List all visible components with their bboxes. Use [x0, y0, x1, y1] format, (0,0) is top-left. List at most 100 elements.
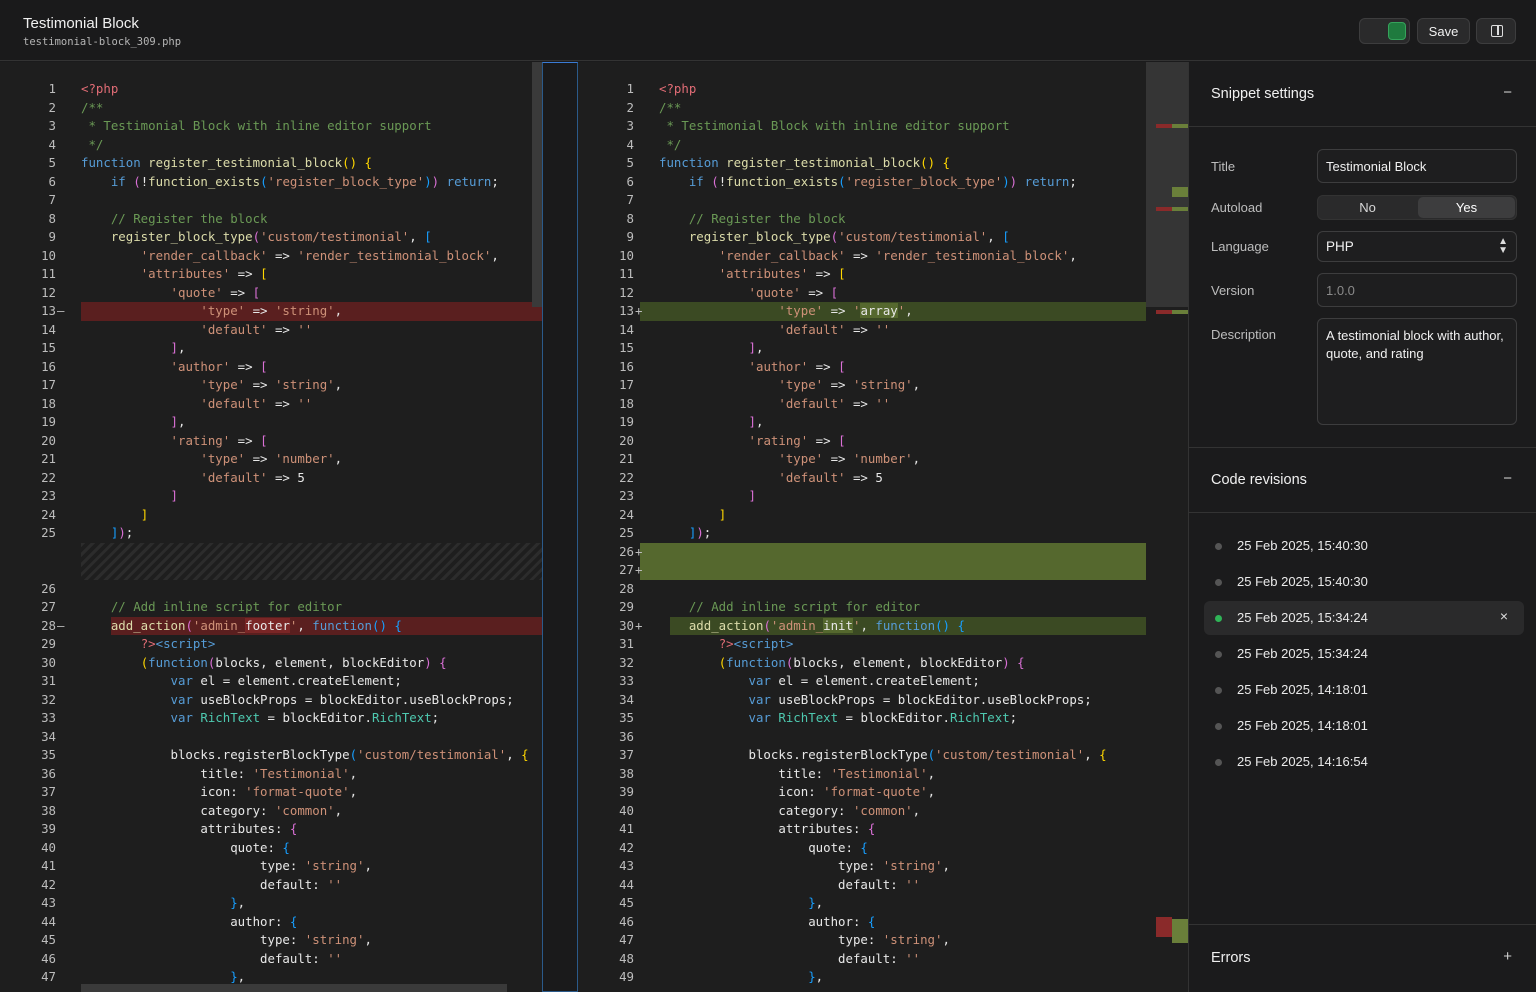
code-line[interactable]: 31 ?><script>: [578, 635, 1156, 654]
close-icon[interactable]: ×: [1500, 608, 1508, 624]
code-line[interactable]: 25 ]);: [578, 524, 1156, 543]
revision-item[interactable]: 25 Feb 2025, 15:40:30: [1204, 529, 1524, 563]
code-line[interactable]: 18 'default' => '': [578, 395, 1156, 414]
code-line[interactable]: 33 var el = element.createElement;: [578, 672, 1156, 691]
code-line[interactable]: 24 ]: [0, 506, 542, 525]
code-line[interactable]: 44 author: {: [0, 913, 542, 932]
overview-scroll-thumb[interactable]: [1146, 62, 1188, 307]
errors-header[interactable]: Errors +: [1189, 924, 1536, 992]
code-line[interactable]: 21 'type' => 'number',: [578, 450, 1156, 469]
code-line[interactable]: 17 'type' => 'string',: [0, 376, 542, 395]
code-line[interactable]: 4 */: [578, 136, 1156, 155]
code-line[interactable]: 23 ]: [578, 487, 1156, 506]
code-line[interactable]: 34 var useBlockProps = blockEditor.useBl…: [578, 691, 1156, 710]
code-line[interactable]: 12 'quote' => [: [0, 284, 542, 303]
code-line[interactable]: 28— add_action('admin_footer', function(…: [0, 616, 542, 635]
code-line[interactable]: 15 ],: [0, 339, 542, 358]
snippet-settings-header[interactable]: Snippet settings −: [1189, 62, 1536, 127]
expand-icon[interactable]: +: [1503, 948, 1512, 965]
code-line[interactable]: 22 'default' => 5: [0, 469, 542, 488]
code-line[interactable]: 41 type: 'string',: [0, 857, 542, 876]
code-line[interactable]: 20 'rating' => [: [0, 432, 542, 451]
code-line[interactable]: 35 var RichText = blockEditor.RichText;: [578, 709, 1156, 728]
code-line[interactable]: 19 ],: [0, 413, 542, 432]
editor-original[interactable]: 1 <?php 2 /** 3 * Testimonial Block with inl…: [0, 62, 542, 992]
code-line[interactable]: 8 // Register the block: [578, 210, 1156, 229]
version-input[interactable]: [1317, 273, 1517, 307]
revision-item[interactable]: 25 Feb 2025, 14:18:01: [1204, 673, 1524, 707]
code-line[interactable]: 13 + 'type' => 'array',: [578, 302, 1156, 321]
code-line[interactable]: 19 ],: [578, 413, 1156, 432]
code-line[interactable]: 4 */: [0, 136, 542, 155]
code-line[interactable]: 45 },: [578, 894, 1156, 913]
code-line[interactable]: 22 'default' => 5: [578, 469, 1156, 488]
vertical-scrollbar[interactable]: [532, 62, 542, 307]
description-textarea[interactable]: [1317, 318, 1517, 425]
code-revisions-header[interactable]: Code revisions −: [1189, 447, 1536, 513]
code-line[interactable]: 36: [578, 728, 1156, 747]
language-select[interactable]: PHP ▲ ▼: [1317, 231, 1517, 262]
code-line[interactable]: 7: [578, 191, 1156, 210]
revision-item[interactable]: 25 Feb 2025, 14:16:54: [1204, 745, 1524, 779]
save-button[interactable]: Save: [1417, 18, 1470, 44]
code-line[interactable]: 37 icon: 'format-quote',: [0, 783, 542, 802]
collapse-icon[interactable]: −: [1503, 470, 1512, 487]
code-line[interactable]: 21 'type' => 'number',: [0, 450, 542, 469]
code-line[interactable]: 29 ?><script>: [0, 635, 542, 654]
code-line[interactable]: 34: [0, 728, 542, 747]
code-line[interactable]: 37 blocks.registerBlockType('custom/test…: [578, 746, 1156, 765]
code-line[interactable]: 33 var RichText = blockEditor.RichText;: [0, 709, 542, 728]
title-input[interactable]: [1317, 149, 1517, 183]
code-line[interactable]: 42 default: '': [0, 876, 542, 895]
code-line[interactable]: 40 quote: {: [0, 839, 542, 858]
collapse-icon[interactable]: −: [1503, 84, 1512, 101]
code-line[interactable]: 12 'quote' => [: [578, 284, 1156, 303]
code-line[interactable]: 6 if (!function_exists('register_block_t…: [578, 173, 1156, 192]
revision-item[interactable]: 25 Feb 2025, 15:40:30: [1204, 565, 1524, 599]
code-line[interactable]: 24 ]: [578, 506, 1156, 525]
revision-item[interactable]: 25 Feb 2025, 14:18:01: [1204, 709, 1524, 743]
code-line[interactable]: 18 'default' => '': [0, 395, 542, 414]
code-line[interactable]: 27 // Add inline script for editor: [0, 598, 542, 617]
code-line[interactable]: 10 'render_callback' => 'render_testimon…: [578, 247, 1156, 266]
code-line[interactable]: 5 function register_testimonial_block() {: [0, 154, 542, 173]
code-line[interactable]: 26: [0, 580, 542, 599]
code-line[interactable]: 42 quote: {: [578, 839, 1156, 858]
code-line[interactable]: 20 'rating' => [: [578, 432, 1156, 451]
code-line[interactable]: 43 },: [0, 894, 542, 913]
code-line[interactable]: 6 if (!function_exists('register_block_t…: [0, 173, 542, 192]
code-line[interactable]: 3 * Testimonial Block with inline editor…: [578, 117, 1156, 136]
code-line[interactable]: 16 'author' => [: [0, 358, 542, 377]
code-line[interactable]: 3 * Testimonial Block with inline editor…: [0, 117, 542, 136]
code-line[interactable]: 45 type: 'string',: [0, 931, 542, 950]
code-line[interactable]: 29 // Add inline script for editor: [578, 598, 1156, 617]
code-line[interactable]: 46 author: {: [578, 913, 1156, 932]
code-line[interactable]: 31 var el = element.createElement;: [0, 672, 542, 691]
code-line[interactable]: 47 type: 'string',: [578, 931, 1156, 950]
code-line[interactable]: 30 + add_action('admin_init', function() …: [578, 616, 1156, 635]
layout-toggle-button[interactable]: [1476, 18, 1516, 44]
code-line[interactable]: 15 ],: [578, 339, 1156, 358]
horizontal-scrollbar[interactable]: [81, 984, 507, 992]
code-line[interactable]: 14 'default' => '': [0, 321, 542, 340]
code-line[interactable]: 11 'attributes' => [: [0, 265, 542, 284]
code-line[interactable]: 32 (function(blocks, element, blockEdito…: [578, 654, 1156, 673]
code-line[interactable]: 41 attributes: {: [578, 820, 1156, 839]
code-line[interactable]: 46 default: '': [0, 950, 542, 969]
code-line[interactable]: 36 title: 'Testimonial',: [0, 765, 542, 784]
active-toggle[interactable]: [1359, 18, 1410, 44]
code-line[interactable]: 11 'attributes' => [: [578, 265, 1156, 284]
code-line[interactable]: 28: [578, 580, 1156, 599]
code-line[interactable]: 16 'author' => [: [578, 358, 1156, 377]
code-line[interactable]: 39 attributes: {: [0, 820, 542, 839]
code-line[interactable]: 7: [0, 191, 542, 210]
code-line[interactable]: 1 <?php: [0, 80, 542, 99]
code-line[interactable]: 5 function register_testimonial_block() {: [578, 154, 1156, 173]
code-line[interactable]: 25 ]);: [0, 524, 542, 543]
revision-item[interactable]: 25 Feb 2025, 15:34:24: [1204, 637, 1524, 671]
code-line[interactable]: 38 title: 'Testimonial',: [578, 765, 1156, 784]
code-line[interactable]: 35 blocks.registerBlockType('custom/test…: [0, 746, 542, 765]
code-line[interactable]: 26 +: [578, 543, 1156, 562]
code-line[interactable]: 38 category: 'common',: [0, 802, 542, 821]
code-line[interactable]: 9 register_block_type('custom/testimonia…: [0, 228, 542, 247]
